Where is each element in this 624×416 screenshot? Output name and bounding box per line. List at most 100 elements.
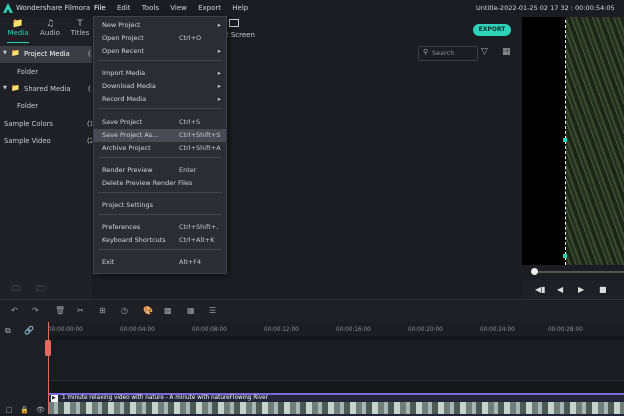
menu-bar: File Edit Tools View Export Help [94, 4, 257, 12]
play-icon[interactable]: ▶ [578, 285, 584, 294]
menu-item-shortcut: Ctrl+Shift+A [179, 144, 221, 152]
eye-icon[interactable]: 👁 [36, 406, 45, 414]
ruler-tick-label: 00:00:20:00 [408, 327, 443, 333]
tab-audio[interactable]: ♫ Audio [37, 19, 63, 37]
stabilize-icon[interactable]: ▦ [187, 306, 195, 315]
color-icon[interactable]: 🎨 [143, 306, 153, 315]
playhead-line[interactable] [48, 322, 49, 414]
adjust-icon[interactable]: ☰ [209, 306, 216, 315]
project-title: Untitle-2022-01-25 02 17 32 : 00:00:54:0… [476, 4, 615, 12]
folder-icon: 📁 [11, 49, 20, 57]
tab-titles-label: Titles [70, 29, 90, 37]
menu-item-preferences[interactable]: Preferences Ctrl+Shift+, [94, 221, 226, 234]
new-folder-icon[interactable]: 🗀 [12, 283, 20, 297]
sidebar-item-folder[interactable]: Folder [0, 64, 92, 81]
menu-item-download-media[interactable]: Download Media ▸ [94, 80, 226, 93]
menu-item-save-project[interactable]: Save Project Ctrl+S [94, 116, 226, 129]
menu-separator [98, 108, 222, 109]
menu-item-label: Save Project [102, 118, 143, 126]
preview-scrubber-knob[interactable] [531, 268, 538, 275]
sidebar-item-folder[interactable]: Folder [0, 98, 92, 115]
transform-handle[interactable] [563, 254, 567, 258]
green-screen-icon[interactable]: ▩ [164, 306, 172, 315]
filter-icon[interactable]: ▽ [481, 47, 488, 57]
grid-view-icon[interactable]: ▦ [502, 47, 511, 57]
menu-item-keyboard-shortcuts[interactable]: Keyboard Shortcuts Ctrl+Alt+K [94, 234, 226, 247]
sidebar-item-sample-colors[interactable]: Sample Colors (1 [0, 116, 94, 133]
sidebar-item-label: Folder [17, 68, 39, 76]
delete-icon[interactable]: 🗑 [55, 306, 65, 315]
sidebar-item-label: Shared Media [24, 85, 71, 93]
ruler-tick-label: 00:00:16:00 [336, 327, 371, 333]
filmora-logo-icon [3, 3, 13, 13]
menu-item-shortcut: Ctrl+Alt+K [179, 236, 215, 244]
sidebar-item-project-media[interactable]: ▼ 📁 Project Media ( [0, 46, 92, 63]
menu-item-archive-project[interactable]: Archive Project Ctrl+Shift+A [94, 142, 226, 155]
menu-separator [98, 192, 222, 193]
step-back-icon[interactable]: ◀▮ [535, 285, 546, 294]
preview-progress-bar[interactable] [532, 271, 624, 273]
menu-view[interactable]: View [170, 4, 187, 12]
add-track-icon[interactable]: ⧉ [5, 326, 11, 336]
stop-icon[interactable]: ■ [599, 285, 607, 294]
menu-item-label: Archive Project [102, 144, 151, 152]
sidebar-item-label: Sample Video [4, 137, 51, 145]
menu-file[interactable]: File [94, 4, 106, 12]
undo-icon[interactable]: ↶ [11, 306, 18, 315]
crop-icon[interactable]: ⊞ [99, 306, 106, 315]
menu-item-label: Import Media [102, 69, 146, 77]
menu-item-record-media[interactable]: Record Media ▸ [94, 93, 226, 106]
crop-guide [565, 20, 567, 265]
search-icon: ⚲ [423, 48, 429, 56]
sidebar-item-sample-video[interactable]: Sample Video (2 [0, 133, 94, 150]
tab-audio-label: Audio [40, 29, 60, 37]
sidebar-item-count: ( [88, 50, 91, 58]
chevron-right-icon: ▸ [217, 95, 221, 103]
menu-edit[interactable]: Edit [117, 4, 131, 12]
ruler-tick-label: 00:00:04:00 [120, 327, 155, 333]
menu-item-label: Delete Preview Render Files [102, 179, 193, 187]
speed-icon[interactable]: ◷ [121, 306, 128, 315]
link-icon[interactable]: 🔗 [24, 326, 34, 335]
open-folder-icon[interactable]: 🗁 [36, 283, 46, 297]
menu-separator [98, 249, 222, 250]
ruler-tick-label: 00:00:28:00 [548, 327, 583, 333]
sidebar-item-shared-media[interactable]: ▼ 📁 Shared Media ( [0, 81, 92, 98]
frame-back-icon[interactable]: ◀ [557, 285, 563, 294]
tab-titles[interactable]: T Titles [67, 19, 93, 37]
export-button[interactable]: EXPORT [473, 24, 511, 36]
menu-item-shortcut: Ctrl+O [179, 34, 202, 42]
menu-item-shortcut: Ctrl+S [179, 118, 201, 126]
tab-media[interactable]: 📁 Media [5, 19, 31, 44]
menu-item-open-recent[interactable]: Open Recent ▸ [94, 45, 226, 58]
menu-item-project-settings[interactable]: Project Settings [94, 199, 226, 212]
sidebar-item-label: Sample Colors [4, 120, 53, 128]
lock-icon[interactable]: 🔒 [20, 406, 29, 414]
menu-item-render-preview[interactable]: Render Preview Enter [94, 164, 226, 177]
menu-item-save-project-as[interactable]: Save Project As... Ctrl+Shift+S [94, 129, 226, 142]
menu-item-open-project[interactable]: Open Project Ctrl+O [94, 32, 226, 45]
split-screen-icon [229, 19, 239, 27]
sidebar-item-label: Folder [17, 102, 39, 110]
menu-help[interactable]: Help [232, 4, 248, 12]
menu-tools[interactable]: Tools [142, 4, 159, 12]
expand-arrow-icon: ▼ [3, 50, 7, 56]
video-track-empty[interactable] [48, 340, 624, 381]
menu-item-label: Open Project [102, 34, 144, 42]
transform-handle[interactable] [563, 138, 567, 142]
menu-item-label: Preferences [102, 223, 141, 231]
clip-title: 1 minute relaxing video with nature - A … [62, 395, 268, 401]
menu-item-label: Open Recent [102, 47, 144, 55]
menu-item-exit[interactable]: Exit Alt+F4 [94, 256, 226, 269]
menu-item-shortcut: Enter [179, 166, 197, 174]
menu-export[interactable]: Export [198, 4, 221, 12]
menu-item-import-media[interactable]: Import Media ▸ [94, 67, 226, 80]
ruler-tick-label: 00:00:08:00 [192, 327, 227, 333]
menu-item-label: Render Preview [102, 166, 153, 174]
cut-icon[interactable]: ✂ [77, 306, 84, 315]
playhead-handle[interactable] [45, 340, 51, 356]
redo-icon[interactable]: ↷ [32, 306, 39, 315]
preview-video-frame [566, 17, 624, 265]
menu-item-new-project[interactable]: New Project ▸ [94, 19, 226, 32]
menu-item-delete-preview-render-files[interactable]: Delete Preview Render Files [94, 177, 226, 190]
